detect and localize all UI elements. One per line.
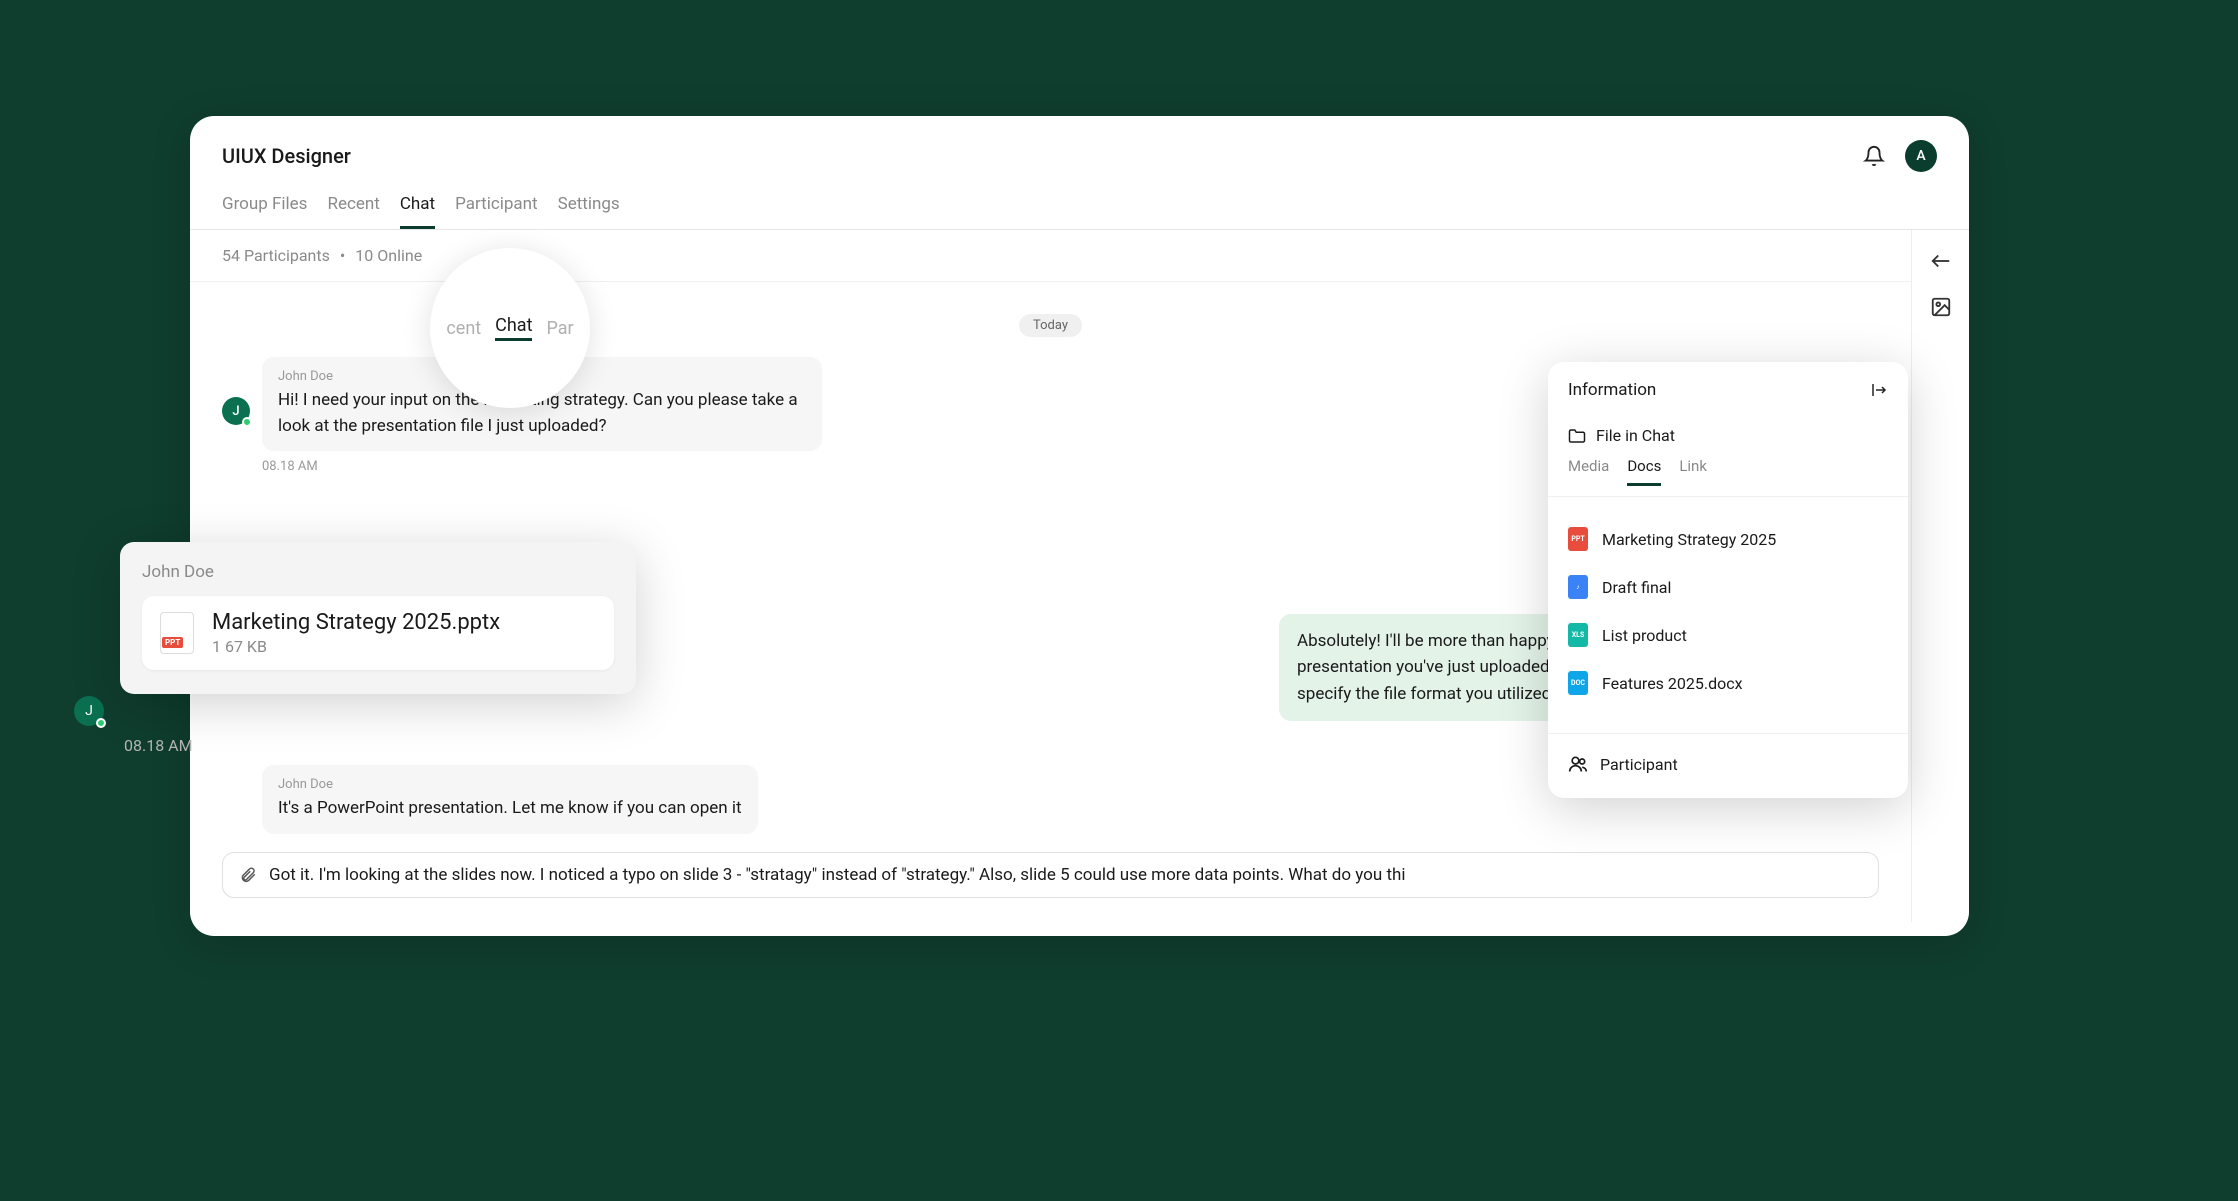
sender-avatar[interactable]: J [222,397,250,425]
tab-participant[interactable]: Participant [455,194,538,229]
doc-item[interactable]: DOC Features 2025.docx [1568,659,1888,707]
side-rail [1911,230,1969,922]
file-in-chat-section: File in Chat [1548,418,1908,445]
main-tabs: Group Files Recent Chat Participant Sett… [190,184,1969,230]
sub-tab-media[interactable]: Media [1568,457,1609,486]
message-input[interactable]: Got it. I'm looking at the slides now. I… [269,865,1406,885]
online-indicator [242,417,252,427]
zoom-lens: cent Chat Par [430,248,590,408]
message-sender: John Doe [278,777,742,792]
zoom-tab-right: Par [546,318,573,339]
expand-right-icon[interactable] [1870,381,1888,399]
doc-item[interactable]: XLS List product [1568,611,1888,659]
tab-group-files[interactable]: Group Files [222,194,307,229]
doc-icon: DOC [1568,671,1588,695]
online-count: 10 Online [355,246,422,265]
doc-list: PPT Marketing Strategy 2025 ♪ Draft fina… [1548,511,1908,733]
status-bar: 54 Participants • 10 Online [190,230,1911,282]
file-meta: Marketing Strategy 2025.pptx 1 67 KB [212,610,500,656]
file-name: Marketing Strategy 2025.pptx [212,610,500,635]
zoom-tab-center: Chat [495,315,532,341]
sender-avatar-ghost: J [74,696,104,726]
file-attachment-popover: John Doe PPT Marketing Strategy 2025.ppt… [120,542,636,694]
bell-icon[interactable] [1863,145,1885,167]
message-time-ghost: 08.18 AM [124,736,193,755]
collapse-panel-icon[interactable] [1930,250,1952,272]
file-card[interactable]: PPT Marketing Strategy 2025.pptx 1 67 KB [142,596,614,670]
ppt-icon: PPT [160,612,194,654]
info-title: Information [1568,380,1656,400]
message-bubble: John Doe It's a PowerPoint presentation.… [262,765,758,834]
sub-tab-link[interactable]: Link [1679,457,1707,486]
doc-item[interactable]: PPT Marketing Strategy 2025 [1568,515,1888,563]
popover-sender: John Doe [142,562,614,582]
tab-recent[interactable]: Recent [327,194,379,229]
doc-item[interactable]: ♪ Draft final [1568,563,1888,611]
xls-icon: XLS [1568,623,1588,647]
file-sub-tabs: Media Docs Link [1548,457,1908,497]
participants-icon [1568,754,1588,774]
section-title: File in Chat [1568,426,1888,445]
info-panel: Information File in Chat Media Docs Link… [1548,362,1908,798]
separator-dot: • [340,246,345,265]
online-indicator [96,718,106,728]
date-pill: Today [1019,314,1082,337]
message-text: It's a PowerPoint presentation. Let me k… [278,796,742,822]
media-icon: ♪ [1568,575,1588,599]
folder-icon [1568,427,1586,445]
participant-count: 54 Participants [222,246,330,265]
file-size: 1 67 KB [212,637,500,656]
message-input-row[interactable]: Got it. I'm looking at the slides now. I… [222,852,1879,898]
tab-chat[interactable]: Chat [400,194,435,229]
gallery-icon[interactable] [1930,296,1952,318]
attachment-icon[interactable] [239,866,257,884]
participant-section[interactable]: Participant [1548,733,1908,788]
sub-tab-docs[interactable]: Docs [1627,457,1661,486]
zoom-tab-left: cent [446,318,481,339]
page-title: UIUX Designer [222,144,351,168]
info-header: Information [1548,362,1908,418]
ppt-icon: PPT [1568,527,1588,551]
tab-settings[interactable]: Settings [558,194,620,229]
header: UIUX Designer A [190,116,1969,184]
header-actions: A [1863,140,1937,172]
user-avatar[interactable]: A [1905,140,1937,172]
